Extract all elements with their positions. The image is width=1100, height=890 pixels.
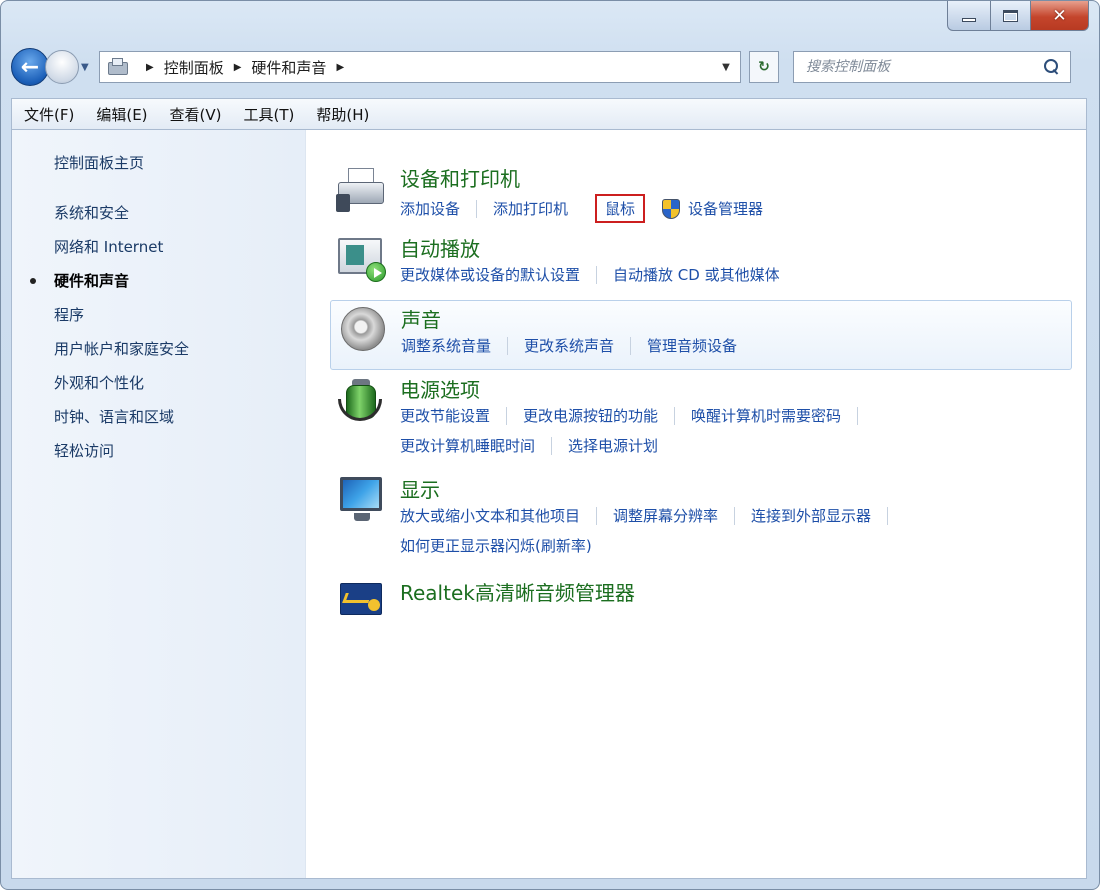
sidebar-item-programs[interactable]: 程序: [54, 304, 189, 338]
sidebar-item-network[interactable]: 网络和 Internet: [54, 236, 189, 270]
link-change-power-saving[interactable]: 更改节能设置: [400, 405, 490, 426]
realtek-audio-icon[interactable]: [336, 575, 386, 623]
chevron-right-icon[interactable]: ▶: [234, 62, 242, 73]
sidebar-item-ease-of-access[interactable]: 轻松访问: [54, 440, 189, 474]
client-area: 控制面板主页 系统和安全 网络和 Internet 硬件和声音 程序 用户帐户和…: [11, 130, 1087, 879]
search-box[interactable]: [793, 51, 1071, 83]
category-links-devices: 添加设备 添加打印机 鼠标 设备管理器: [400, 194, 763, 223]
breadcrumb-control-panel[interactable]: 控制面板: [164, 57, 224, 78]
close-icon: ✕: [1052, 5, 1067, 26]
sidebar-home-link[interactable]: 控制面板主页: [54, 152, 144, 173]
navigation-bar: ← ▼ ▶ 控制面板 ▶ 硬件和声音 ▶ ▼ ↻: [11, 45, 1087, 89]
link-change-media-defaults[interactable]: 更改媒体或设备的默认设置: [400, 264, 580, 285]
category-links-autoplay: 更改媒体或设备的默认设置 自动播放 CD 或其他媒体: [400, 264, 780, 285]
category-title-display[interactable]: 显示: [400, 474, 440, 503]
link-adjust-volume[interactable]: 调整系统音量: [401, 335, 491, 356]
link-autoplay-cd[interactable]: 自动播放 CD 或其他媒体: [613, 264, 780, 285]
category-display: 显示 放大或缩小文本和其他项目 调整屏幕分辨率 连接到外部显示器 如何更正显示器…: [330, 471, 1072, 571]
link-add-printer[interactable]: 添加打印机: [493, 198, 568, 219]
category-links-display: 放大或缩小文本和其他项目 调整屏幕分辨率 连接到外部显示器: [400, 505, 904, 526]
sidebar-item-hardware-sound[interactable]: 硬件和声音: [29, 270, 189, 304]
maximize-icon: [1003, 9, 1018, 22]
sidebar-item-appearance[interactable]: 外观和个性化: [54, 372, 189, 406]
category-sound: 声音 调整系统音量 更改系统声音 管理音频设备: [330, 300, 1072, 370]
refresh-button[interactable]: ↻: [749, 51, 779, 83]
main-content: 设备和打印机 添加设备 添加打印机 鼠标 设备管理器 自动播放 更改媒体或设备的…: [306, 130, 1086, 878]
menu-bar: 文件(F) 编辑(E) 查看(V) 工具(T) 帮助(H): [11, 98, 1087, 130]
category-devices-printers: 设备和打印机 添加设备 添加打印机 鼠标 设备管理器: [330, 160, 1072, 230]
chevron-right-icon[interactable]: ▶: [146, 62, 154, 73]
category-title-devices[interactable]: 设备和打印机: [400, 163, 520, 192]
category-title-autoplay[interactable]: 自动播放: [400, 233, 480, 262]
menu-help[interactable]: 帮助(H): [316, 104, 369, 125]
menu-file[interactable]: 文件(F): [24, 104, 74, 125]
control-panel-window: ✕ ← ▼ ▶ 控制面板 ▶ 硬件和声音 ▶ ▼ ↻ 文件(F) 编辑(E) 查…: [0, 0, 1100, 890]
category-title-sound[interactable]: 声音: [401, 304, 441, 333]
sidebar-list: 系统和安全 网络和 Internet 硬件和声音 程序 用户帐户和家庭安全 外观…: [29, 202, 189, 474]
category-title-realtek[interactable]: Realtek高清晰音频管理器: [400, 577, 635, 606]
maximize-button[interactable]: [991, 1, 1031, 31]
category-power-options: 电源选项 更改节能设置 更改电源按钮的功能 唤醒计算机时需要密码 更改计算机睡眠…: [330, 371, 1072, 471]
sidebar-item-user-accounts[interactable]: 用户帐户和家庭安全: [54, 338, 189, 372]
chevron-right-icon[interactable]: ▶: [336, 62, 344, 73]
shield-icon: [662, 198, 681, 219]
printer-icon[interactable]: [336, 164, 386, 212]
category-links-power-2: 更改计算机睡眠时间 选择电源计划: [400, 435, 658, 456]
link-choose-power-plan[interactable]: 选择电源计划: [568, 435, 658, 456]
sidebar-item-system-security[interactable]: 系统和安全: [54, 202, 189, 236]
minimize-button[interactable]: [947, 1, 991, 31]
link-change-sleep-time[interactable]: 更改计算机睡眠时间: [400, 435, 535, 456]
link-device-manager[interactable]: 设备管理器: [688, 198, 763, 219]
search-icon[interactable]: [1044, 59, 1060, 75]
control-panel-icon: [106, 58, 130, 76]
sidebar-item-clock-region[interactable]: 时钟、语言和区域: [54, 406, 189, 440]
category-links-sound: 调整系统音量 更改系统声音 管理音频设备: [401, 335, 737, 356]
minimize-icon: [962, 17, 976, 22]
link-adjust-resolution[interactable]: 调整屏幕分辨率: [613, 505, 718, 526]
category-links-display-2: 如何更正显示器闪烁(刷新率): [400, 535, 592, 556]
link-manage-audio-devices[interactable]: 管理音频设备: [647, 335, 737, 356]
search-input[interactable]: [806, 59, 1026, 75]
close-button[interactable]: ✕: [1031, 1, 1089, 31]
sidebar: 控制面板主页 系统和安全 网络和 Internet 硬件和声音 程序 用户帐户和…: [12, 130, 306, 878]
link-require-password-wake[interactable]: 唤醒计算机时需要密码: [691, 405, 841, 426]
address-bar[interactable]: ▶ 控制面板 ▶ 硬件和声音 ▶ ▼: [99, 51, 741, 83]
link-zoom-text[interactable]: 放大或缩小文本和其他项目: [400, 505, 580, 526]
menu-view[interactable]: 查看(V): [170, 104, 222, 125]
arrow-left-icon: ←: [20, 54, 40, 80]
forward-button[interactable]: [45, 50, 79, 84]
link-mouse[interactable]: 鼠标: [595, 194, 646, 223]
caption-buttons: ✕: [947, 1, 1089, 33]
menu-tools[interactable]: 工具(T): [244, 104, 295, 125]
link-change-system-sounds[interactable]: 更改系统声音: [524, 335, 614, 356]
link-fix-flicker[interactable]: 如何更正显示器闪烁(刷新率): [400, 535, 592, 556]
refresh-icon: ↻: [758, 59, 770, 75]
category-autoplay: 自动播放 更改媒体或设备的默认设置 自动播放 CD 或其他媒体: [330, 230, 1072, 300]
category-links-power: 更改节能设置 更改电源按钮的功能 唤醒计算机时需要密码: [400, 405, 874, 426]
speaker-icon[interactable]: [337, 305, 387, 353]
chevron-down-icon: ▼: [81, 61, 89, 73]
address-dropdown[interactable]: ▼: [712, 62, 740, 73]
link-external-display[interactable]: 连接到外部显示器: [751, 505, 871, 526]
autoplay-icon[interactable]: [336, 234, 386, 282]
breadcrumb-hardware-sound[interactable]: 硬件和声音: [251, 57, 326, 78]
menu-edit[interactable]: 编辑(E): [96, 104, 147, 125]
recent-pages-dropdown[interactable]: ▼: [81, 62, 95, 73]
link-add-device[interactable]: 添加设备: [400, 198, 460, 219]
back-button[interactable]: ←: [11, 48, 49, 86]
monitor-icon[interactable]: [336, 475, 386, 523]
category-title-power[interactable]: 电源选项: [400, 374, 480, 403]
link-power-button-function[interactable]: 更改电源按钮的功能: [523, 405, 658, 426]
category-realtek: Realtek高清晰音频管理器: [330, 571, 1072, 641]
battery-icon[interactable]: [336, 375, 386, 423]
